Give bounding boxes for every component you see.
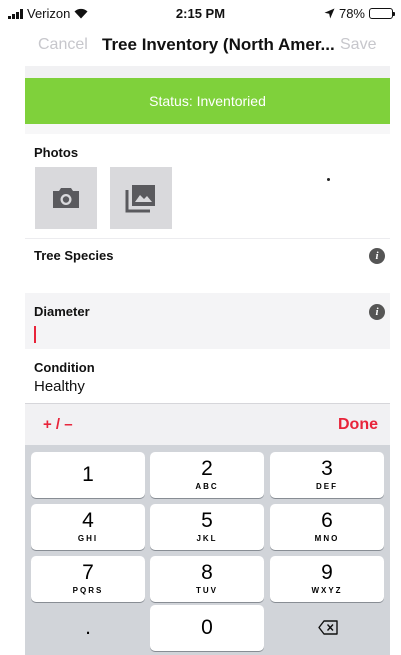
done-button[interactable]: Done	[338, 416, 378, 434]
text-cursor	[34, 326, 36, 343]
key-digit: 7	[82, 561, 94, 584]
keyboard-accessory-bar: + / – Done	[25, 403, 390, 445]
key-8[interactable]: 8 TUV	[150, 556, 264, 602]
key-0[interactable]: 0	[150, 605, 264, 651]
species-info-icon[interactable]: i	[369, 248, 385, 264]
backspace-icon	[318, 620, 338, 635]
key-letters: ABC	[195, 482, 219, 491]
key-letters: WXYZ	[311, 586, 343, 595]
status-bar: Verizon 2:15 PM 78%	[0, 0, 401, 26]
diameter-info-icon[interactable]: i	[369, 304, 385, 320]
key-digit: 4	[82, 509, 94, 532]
choose-photo-button[interactable]	[110, 167, 172, 229]
key-letters: TUV	[196, 586, 218, 595]
cancel-button[interactable]: Cancel	[38, 36, 88, 54]
header-spacer	[25, 66, 390, 78]
key-decimal[interactable]: .	[31, 605, 145, 651]
battery-icon	[369, 8, 395, 19]
diameter-field[interactable]	[25, 293, 390, 349]
save-button[interactable]: Save	[340, 36, 376, 54]
key-3[interactable]: 3 DEF	[270, 452, 384, 498]
navigation-bar: Cancel Tree Inventory (North Amer... Sav…	[0, 26, 401, 66]
key-letters: JKL	[196, 534, 218, 543]
key-digit: 5	[201, 509, 213, 532]
key-digit: 9	[321, 561, 333, 584]
battery-percent: 78%	[338, 6, 365, 21]
camera-icon	[53, 188, 79, 208]
page-title: Tree Inventory (North Amer...	[102, 35, 335, 54]
key-digit: 2	[201, 457, 213, 480]
location-arrow-icon	[324, 8, 335, 19]
status-banner[interactable]: Status: Inventoried	[25, 78, 390, 124]
key-5[interactable]: 5 JKL	[150, 504, 264, 550]
numeric-keypad: 1 2 ABC 3 DEF 4 GHI 5 JKL 6 MNO 7 PQRS 8…	[25, 445, 390, 655]
key-digit: 1	[82, 463, 94, 486]
status-bar-right: 78%	[324, 6, 395, 21]
key-letters: MNO	[314, 534, 340, 543]
key-letters: GHI	[77, 534, 99, 543]
key-digit: 0	[201, 616, 213, 639]
key-digit: 8	[201, 561, 213, 584]
loading-dot	[327, 178, 330, 181]
diameter-label: Diameter	[34, 304, 90, 319]
section-spacer	[25, 124, 390, 134]
condition-value[interactable]: Healthy	[34, 378, 85, 395]
key-digit: .	[85, 616, 91, 639]
key-letters: DEF	[316, 482, 338, 491]
take-photo-button[interactable]	[35, 167, 97, 229]
key-digit: 6	[321, 509, 333, 532]
divider	[25, 238, 390, 239]
plus-minus-button[interactable]: + / –	[43, 416, 73, 433]
tree-species-label: Tree Species	[34, 248, 114, 263]
backspace-key[interactable]	[270, 605, 384, 651]
key-4[interactable]: 4 GHI	[31, 504, 145, 550]
key-6[interactable]: 6 MNO	[270, 504, 384, 550]
key-9[interactable]: 9 WXYZ	[270, 556, 384, 602]
gallery-icon	[125, 185, 155, 213]
key-2[interactable]: 2 ABC	[150, 452, 264, 498]
photos-label: Photos	[34, 145, 79, 160]
key-7[interactable]: 7 PQRS	[31, 556, 145, 602]
key-digit: 3	[321, 457, 333, 480]
key-letters: PQRS	[72, 586, 104, 595]
condition-label: Condition	[34, 360, 95, 375]
key-1[interactable]: 1	[31, 452, 145, 498]
